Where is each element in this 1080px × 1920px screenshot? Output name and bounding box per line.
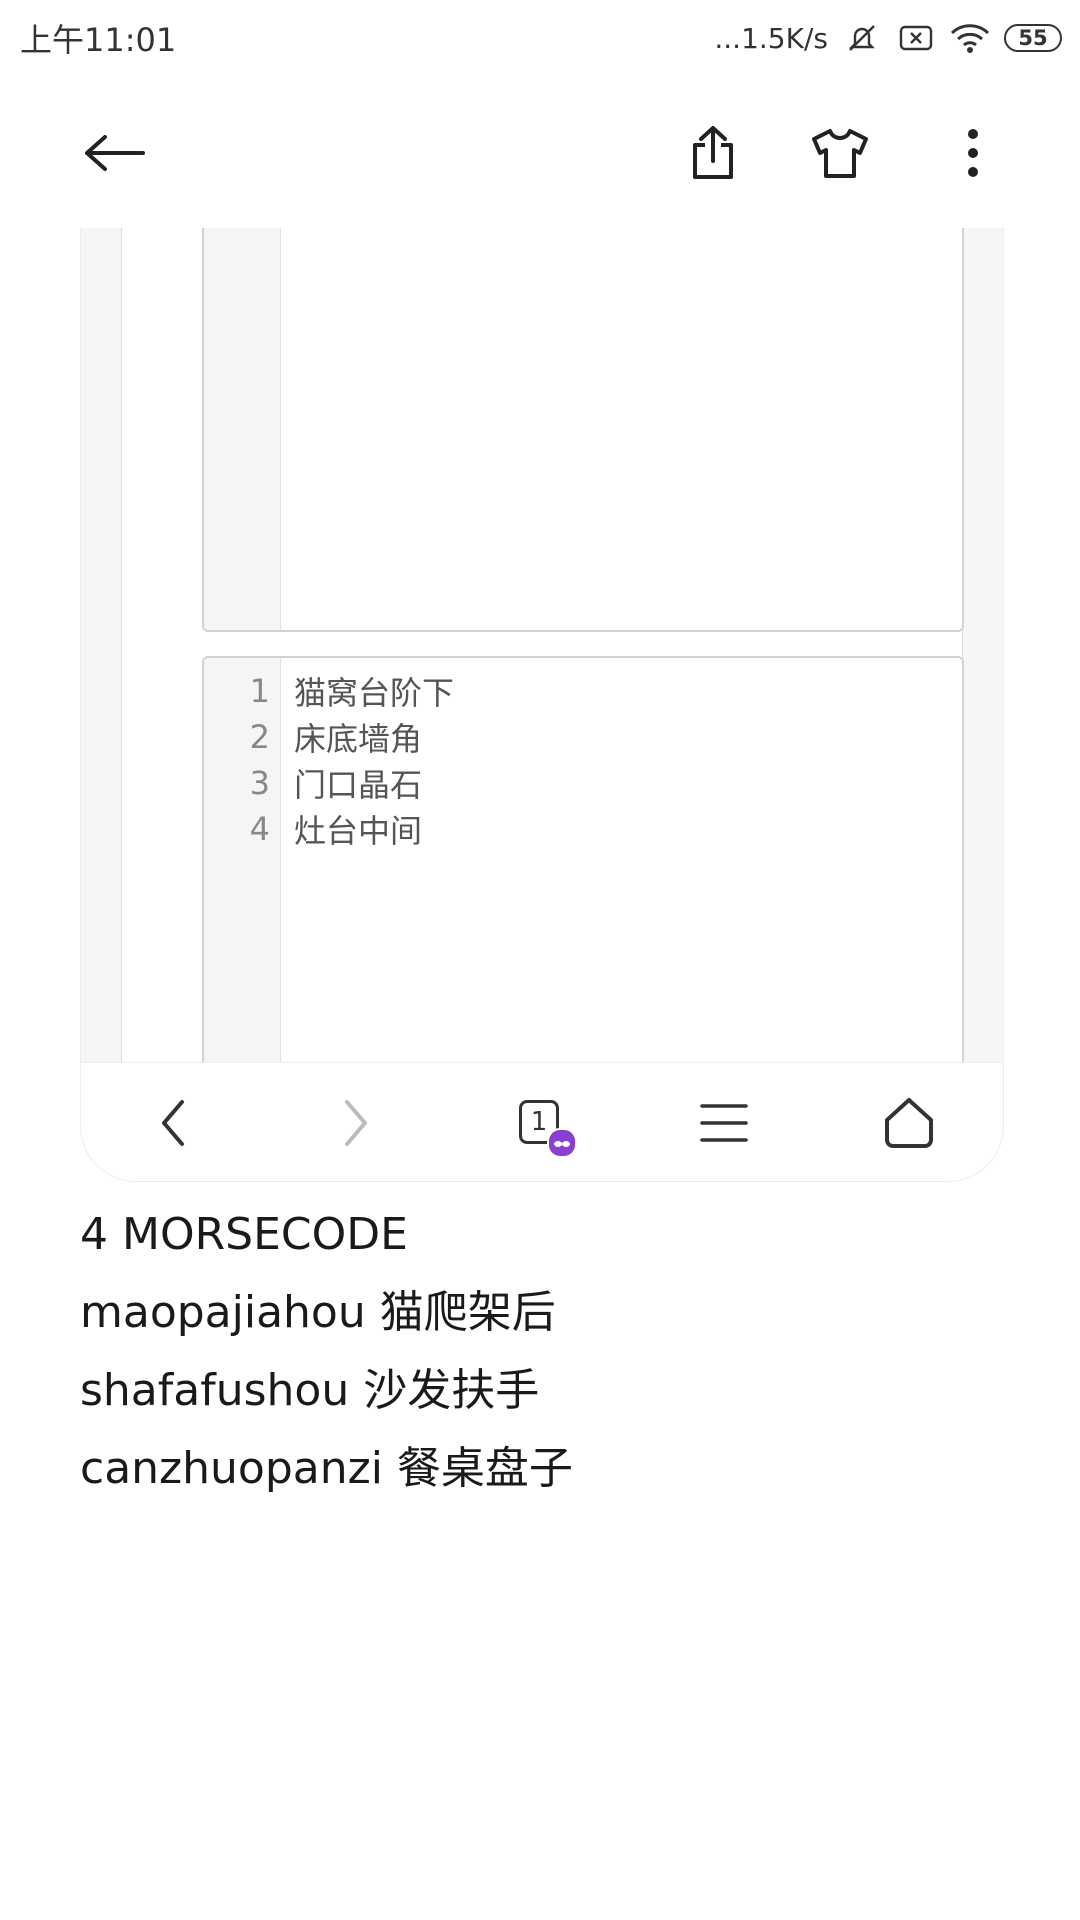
battery-indicator: 55 [1004, 24, 1062, 52]
share-button[interactable] [678, 118, 748, 188]
top-toolbar [0, 100, 1080, 204]
hamburger-menu-icon [700, 1104, 748, 1142]
editor-line: 4 灶台中间 [204, 806, 962, 852]
page-background: 1 猫窝台阶下 2 床底墙角 3 门口晶石 4 灶台中间 [81, 228, 1003, 1086]
editor-line: 3 门口晶石 [204, 760, 962, 806]
more-vertical-icon [968, 129, 978, 177]
home-icon [885, 1098, 933, 1148]
line-number: 3 [249, 764, 270, 802]
line-number: 1 [249, 672, 270, 710]
content-line: 4 MORSECODE [80, 1209, 408, 1260]
share-icon [693, 126, 733, 179]
editor-line: 2 床底墙角 [204, 714, 962, 760]
nav-home-button[interactable] [869, 1085, 949, 1161]
network-speed: ...1.5K/s [714, 21, 828, 55]
content-line: maopajiahou 猫爬架后 [80, 1287, 556, 1338]
back-button[interactable] [80, 118, 150, 188]
wifi-icon [950, 21, 990, 55]
nav-tabs-button[interactable]: 1 [501, 1085, 581, 1161]
line-number-gutter [204, 228, 281, 630]
line-number: 2 [249, 718, 270, 756]
status-bar: 上午11:01 ...1.5K/s 55 [0, 0, 1080, 76]
more-button[interactable] [938, 118, 1008, 188]
editor-lines: 1 猫窝台阶下 2 床底墙角 3 门口晶石 4 灶台中间 [204, 668, 962, 852]
browser-bottom-nav: 1 [81, 1062, 1003, 1181]
editor-line: 1 猫窝台阶下 [204, 668, 962, 714]
page-content-area: 1 猫窝台阶下 2 床底墙角 3 门口晶石 4 灶台中间 [121, 228, 964, 1086]
tshirt-icon [812, 129, 868, 178]
theme-button[interactable] [805, 118, 875, 188]
chevron-left-icon [162, 1100, 184, 1146]
nav-forward-button[interactable] [316, 1085, 396, 1161]
sim-off-icon [896, 21, 936, 55]
bell-muted-icon [842, 21, 882, 55]
incognito-badge-icon [547, 1128, 577, 1158]
status-time: 上午11:01 [20, 21, 177, 59]
content-line: canzhuopanzi 餐桌盘子 [80, 1443, 573, 1494]
code-editor-bottom[interactable]: 1 猫窝台阶下 2 床底墙角 3 门口晶石 4 灶台中间 [202, 656, 964, 1086]
nav-back-button[interactable] [133, 1085, 213, 1161]
tabs-icon: 1 [517, 1098, 577, 1158]
nav-menu-button[interactable] [684, 1085, 764, 1161]
status-icons: ...1.5K/s 55 [714, 21, 1062, 55]
line-text: 猫窝台阶下 [294, 674, 455, 712]
line-text: 灶台中间 [294, 812, 423, 850]
screenshot-frame: 1 猫窝台阶下 2 床底墙角 3 门口晶石 4 灶台中间 1 [80, 228, 1004, 1182]
line-text: 床底墙角 [294, 720, 423, 758]
content-line: shafafushou 沙发扶手 [80, 1365, 540, 1416]
note-content: 4 MORSECODE maopajiahou 猫爬架后 shafafushou… [80, 1196, 1000, 1508]
line-number: 4 [249, 810, 270, 848]
code-editor-top[interactable] [202, 228, 964, 632]
chevron-right-icon [345, 1100, 367, 1146]
arrow-left-icon [85, 135, 145, 171]
line-text: 门口晶石 [294, 766, 423, 804]
